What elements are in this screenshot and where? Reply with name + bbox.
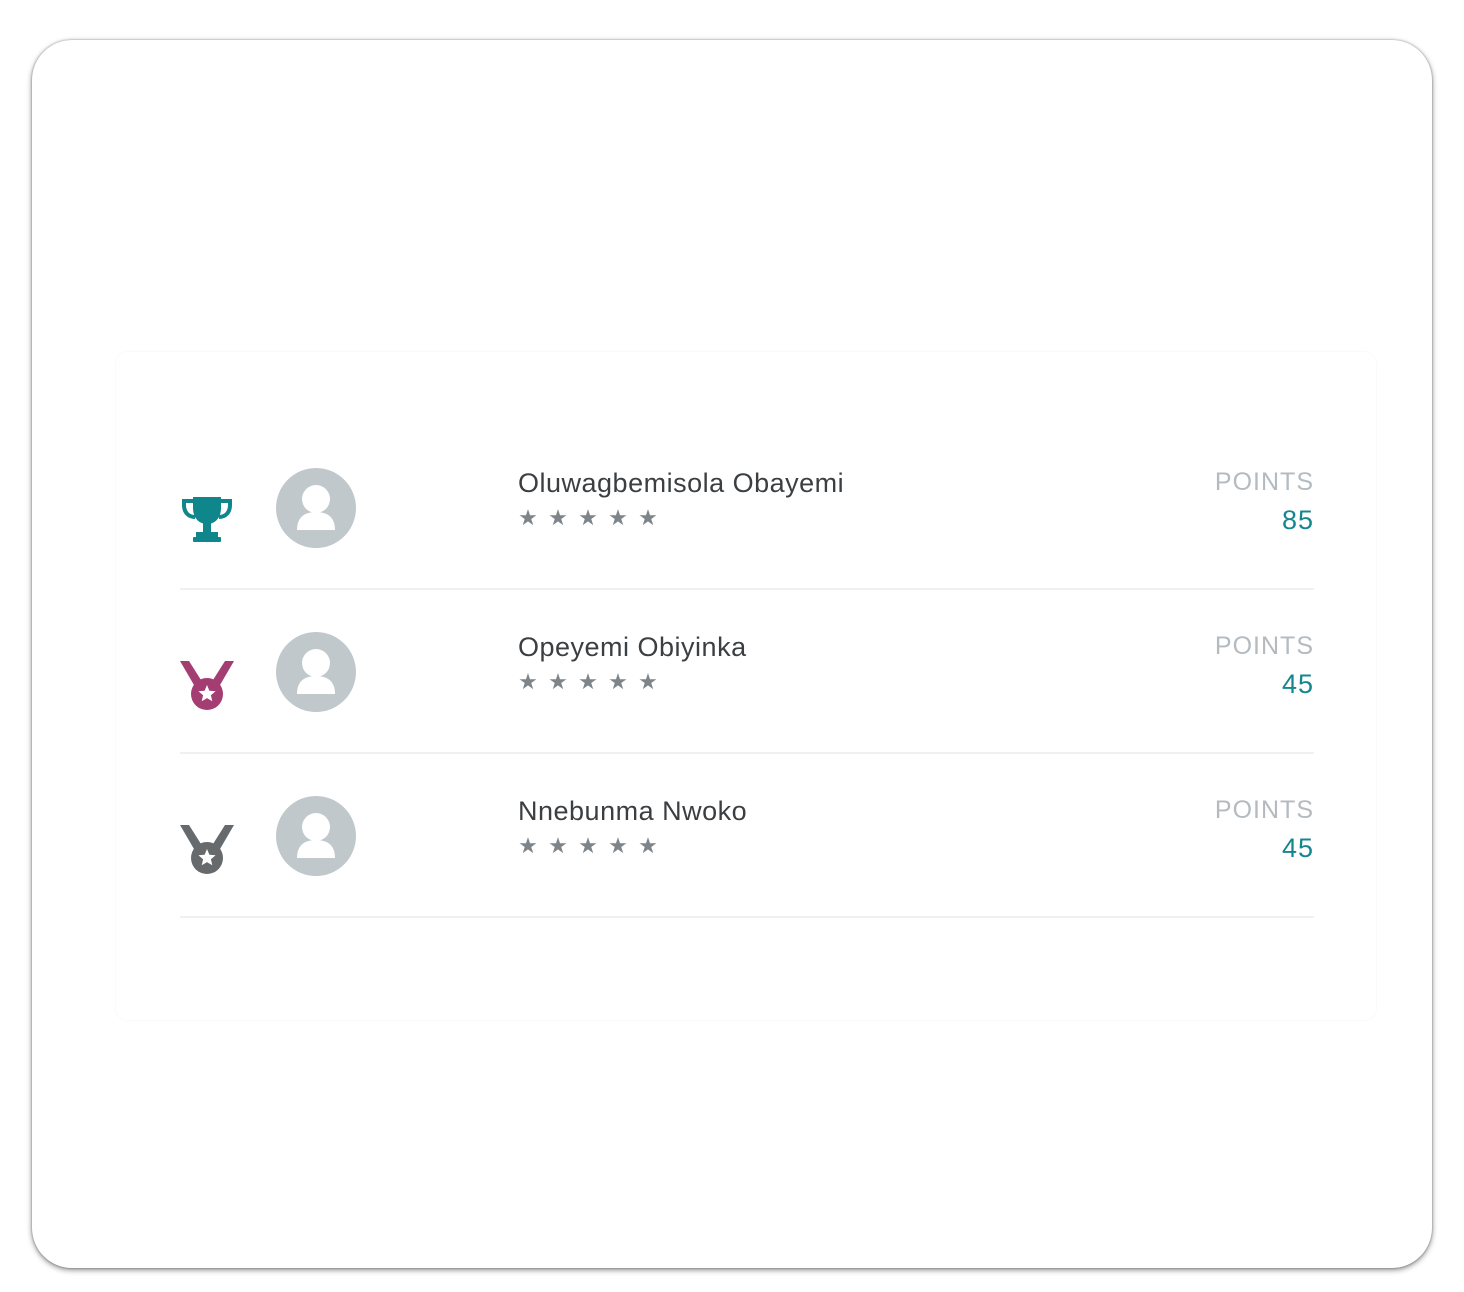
user-name: Oluwagbemisola Obayemi [518,468,845,498]
user-name: Nnebunma Nwoko [518,796,748,826]
star-rating: ★ ★ ★ ★ ★ [516,668,660,698]
star-icon: ★ [578,506,598,531]
user-name: Opeyemi Obiyinka [518,632,747,662]
star-icon: ★ [578,670,598,695]
star-rating: ★ ★ ★ ★ ★ [516,504,660,534]
star-icon: ★ [518,834,538,859]
avatar [276,468,356,548]
trophy-icon [180,494,234,548]
star-icon: ★ [608,670,628,695]
star-icon: ★ [578,834,598,859]
star-icon: ★ [548,834,568,859]
star-icon: ★ [548,670,568,695]
points-label: POINTS [1214,796,1314,824]
points-value: 85 [1281,505,1314,535]
avatar [276,632,356,712]
medal-icon [180,658,234,712]
star-rating: ★ ★ ★ ★ ★ [516,832,660,862]
points-value: 45 [1281,669,1314,699]
leaderboard-row[interactable]: Oluwagbemisola Obayemi ★ ★ ★ ★ ★ POINTS … [180,426,1314,590]
points-label: POINTS [1214,632,1314,660]
star-icon: ★ [638,834,658,859]
star-icon: ★ [518,506,538,531]
star-icon: ★ [608,506,628,531]
star-icon: ★ [518,670,538,695]
star-icon: ★ [608,834,628,859]
leaderboard-row[interactable]: Opeyemi Obiyinka ★ ★ ★ ★ ★ POINTS 45 [180,590,1314,754]
points-value: 45 [1281,833,1314,863]
points-label: POINTS [1214,468,1314,496]
star-icon: ★ [548,506,568,531]
star-icon: ★ [638,670,658,695]
leaderboard-row[interactable]: Nnebunma Nwoko ★ ★ ★ ★ ★ POINTS 45 [180,754,1314,918]
medal-icon [180,822,234,876]
avatar [276,796,356,876]
star-icon: ★ [638,506,658,531]
